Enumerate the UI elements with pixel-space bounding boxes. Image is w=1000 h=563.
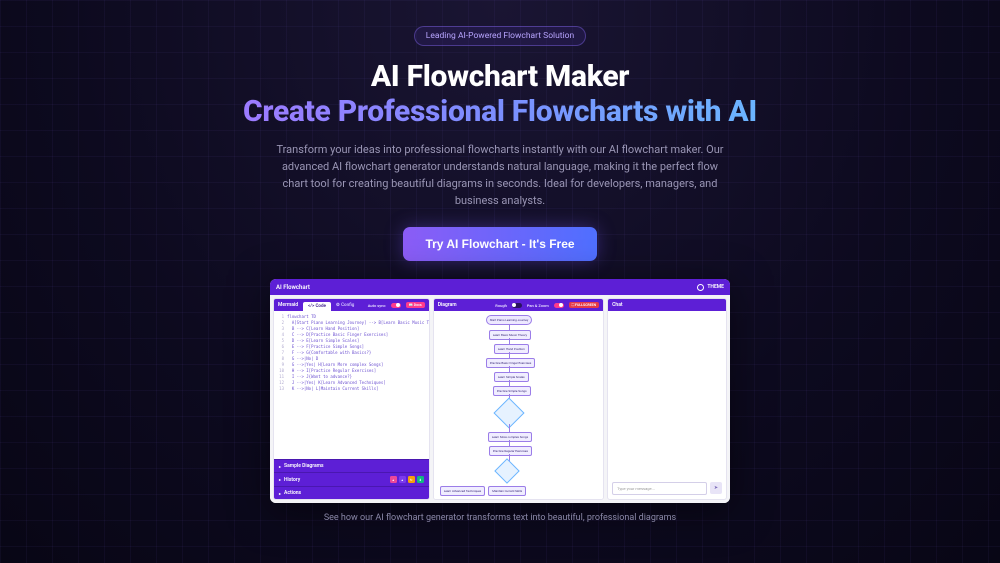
code-panel-header: Mermaid </> Code ⚙ Config Auto sync 📖 Do… — [274, 299, 429, 311]
accordion-label: History — [284, 477, 300, 483]
chat-panel-title: Chat — [612, 302, 622, 308]
chevron-right-icon: ▸ — [279, 464, 281, 469]
preview-titlebar: AI Flowchart THEME — [270, 279, 730, 295]
send-button[interactable]: ➤ — [710, 482, 722, 494]
accordion-actions[interactable]: ▸ Actions — [274, 486, 429, 499]
diagram-panel: Diagram Rough Pan & Zoom ⛶ FULLSCREEN St… — [433, 298, 604, 500]
docs-button[interactable]: 📖 Docs — [406, 302, 425, 308]
theme-toggle[interactable]: THEME — [697, 284, 724, 291]
hero-heading: AI Flowchart Maker Create Professional F… — [243, 60, 757, 129]
code-line: 13 K -->|No| L[Maintain Current Skills] — [277, 386, 429, 392]
diagram-panel-header: Diagram Rough Pan & Zoom ⛶ FULLSCREEN — [434, 299, 603, 311]
chevron-right-icon: ▸ — [279, 491, 281, 496]
rough-label: Rough — [495, 303, 507, 308]
tab-config[interactable]: ⚙ Config — [336, 303, 354, 308]
preview-caption: See how our AI flowchart generator trans… — [324, 513, 676, 523]
accordion-label: Actions — [284, 490, 301, 496]
preview-app-title: AI Flowchart — [276, 284, 310, 291]
flowchart-node[interactable]: Practice Regular Exercises — [489, 446, 532, 456]
flowchart-node[interactable]: Practice Basic Finger Exercises — [486, 358, 536, 368]
history-badge-icon: ▲ — [399, 476, 406, 483]
fullscreen-button[interactable]: ⛶ FULLSCREEN — [569, 302, 599, 308]
accordion-label: Sample Diagrams — [284, 463, 324, 469]
flowchart-node[interactable]: Learn Basic Music Theory — [489, 330, 531, 340]
history-badge-icon: ⬇ — [417, 476, 424, 483]
preview-panels: Mermaid </> Code ⚙ Config Auto sync 📖 Do… — [270, 295, 730, 503]
code-panel-title: Mermaid — [278, 302, 298, 308]
hero-badge: Leading AI-Powered Flowchart Solution — [414, 26, 586, 46]
panzoom-label: Pan & Zoom — [527, 303, 549, 308]
chat-panel-header: Chat — [608, 299, 726, 311]
chat-body: Type your message... ➤ — [608, 311, 726, 499]
rough-toggle[interactable] — [512, 303, 522, 308]
autosync-label: Auto sync — [368, 303, 386, 308]
flowchart-node[interactable]: Learn Hand Position — [494, 344, 529, 354]
flowchart-decision[interactable] — [494, 458, 519, 483]
flowchart-node[interactable]: Learn Simple Scales — [494, 372, 529, 382]
chat-input[interactable]: Type your message... — [612, 482, 707, 495]
accordion-history[interactable]: ▸ History ▲ ▲ ↻ ⬇ — [274, 472, 429, 486]
code-editor[interactable]: 1flowchart TD2 A[Start Piano Learning Jo… — [274, 311, 429, 459]
accordion-sample-diagrams[interactable]: ▸ Sample Diagrams — [274, 459, 429, 472]
autosync-toggle[interactable] — [391, 303, 401, 308]
chevron-right-icon: ▸ — [279, 477, 281, 482]
diagram-panel-title: Diagram — [438, 302, 457, 308]
code-panel: Mermaid </> Code ⚙ Config Auto sync 📖 Do… — [273, 298, 430, 500]
hero-subtext: Transform your ideas into professional f… — [270, 141, 730, 209]
cta-button[interactable]: Try AI Flowchart - It's Free — [403, 227, 596, 261]
flowchart-node[interactable]: Learn More complex Songs — [488, 432, 532, 442]
flowchart-node[interactable]: Practice Simple Songs — [493, 386, 531, 396]
app-preview: AI Flowchart THEME Mermaid </> Code ⚙ Co… — [270, 279, 730, 503]
history-badge-icon: ↻ — [408, 476, 415, 483]
flowchart-node[interactable]: Learn Advanced Techniques — [440, 486, 486, 496]
hero-heading-line2: Create Professional Flowcharts with AI — [243, 95, 757, 130]
history-badge-icon: ▲ — [390, 476, 397, 483]
flowchart-canvas[interactable]: Start Piano Learning Journey Learn Basic… — [434, 311, 603, 499]
hero-section: Leading AI-Powered Flowchart Solution AI… — [0, 0, 1000, 523]
chat-panel: Chat Type your message... ➤ — [607, 298, 727, 500]
tab-code[interactable]: </> Code — [303, 302, 331, 311]
hero-heading-line1: AI Flowchart Maker — [243, 60, 757, 95]
flowchart-node[interactable]: Maintain Current Skills — [488, 486, 526, 496]
panzoom-toggle[interactable] — [554, 303, 564, 308]
